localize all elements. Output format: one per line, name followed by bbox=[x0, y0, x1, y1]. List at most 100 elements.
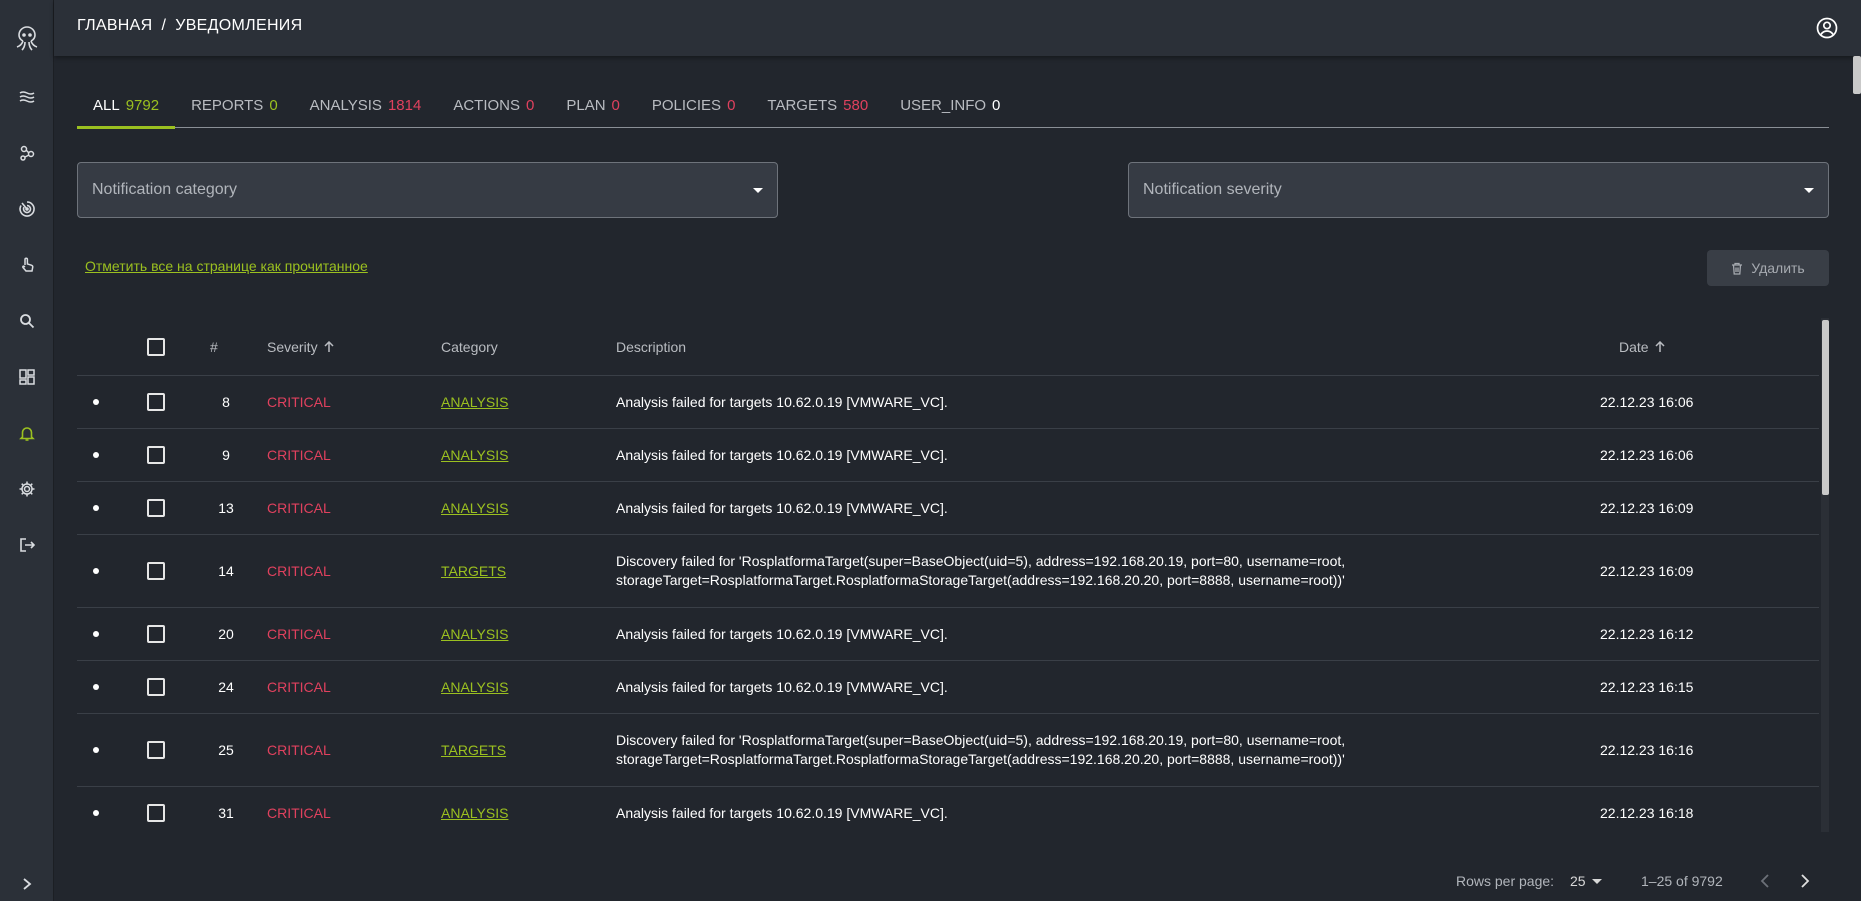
sort-arrow-up-icon bbox=[1655, 341, 1665, 352]
unread-dot-icon bbox=[93, 452, 99, 458]
gear-icon[interactable] bbox=[7, 469, 47, 509]
trash-icon bbox=[1732, 262, 1743, 275]
tab-reports[interactable]: REPORTS 0 bbox=[175, 82, 294, 128]
description-text: Analysis failed for targets 10.62.0.19 [… bbox=[616, 678, 948, 697]
table-row[interactable]: 25 CRITICAL TARGETS Discovery failed for… bbox=[77, 714, 1819, 787]
notification-severity-select[interactable]: Notification severity bbox=[1128, 162, 1829, 218]
notification-severity-placeholder: Notification severity bbox=[1143, 181, 1282, 198]
row-checkbox-cell bbox=[147, 376, 165, 428]
description-line-1: Discovery failed for 'RosplatformaTarget… bbox=[616, 553, 1346, 569]
row-checkbox[interactable] bbox=[147, 499, 165, 517]
expand-sidebar-icon[interactable] bbox=[7, 872, 47, 896]
row-checkbox[interactable] bbox=[147, 741, 165, 759]
row-checkbox[interactable] bbox=[147, 804, 165, 822]
description-line-1: Analysis failed for targets 10.62.0.19 [… bbox=[616, 804, 948, 821]
category-link[interactable]: ANALYSIS bbox=[441, 500, 508, 516]
select-all-checkbox[interactable] bbox=[147, 338, 165, 356]
target-icon[interactable] bbox=[7, 189, 47, 229]
breadcrumb: ГЛАВНАЯ / УВЕДОМЛЕНИЯ bbox=[77, 17, 302, 35]
category-link[interactable]: ANALYSIS bbox=[441, 626, 508, 642]
table-row[interactable]: 8 CRITICAL ANALYSIS Analysis failed for … bbox=[77, 376, 1819, 429]
header-date-label: Date bbox=[1619, 339, 1649, 355]
tab-plan[interactable]: PLAN 0 bbox=[550, 82, 636, 128]
user-account-icon[interactable] bbox=[1815, 16, 1839, 40]
row-checkbox[interactable] bbox=[147, 393, 165, 411]
row-checkbox[interactable] bbox=[147, 446, 165, 464]
nodes-icon[interactable] bbox=[7, 133, 47, 173]
header-description[interactable]: Description bbox=[616, 318, 686, 376]
row-number: 8 bbox=[222, 394, 230, 410]
bell-icon[interactable] bbox=[7, 413, 47, 453]
table-row[interactable]: 20 CRITICAL ANALYSIS Analysis failed for… bbox=[77, 608, 1819, 661]
category-link[interactable]: TARGETS bbox=[441, 742, 506, 758]
delete-button[interactable]: Удалить bbox=[1707, 250, 1829, 286]
category-link[interactable]: ANALYSIS bbox=[441, 394, 508, 410]
category-link[interactable]: ANALYSIS bbox=[441, 805, 508, 821]
breadcrumb-home[interactable]: ГЛАВНАЯ bbox=[77, 17, 153, 35]
rows-per-page-select[interactable]: 25 bbox=[1570, 873, 1602, 889]
description-text: Analysis failed for targets 10.62.0.19 [… bbox=[616, 625, 948, 644]
severity-badge: CRITICAL bbox=[267, 394, 331, 410]
header-date[interactable]: Date bbox=[1619, 318, 1665, 376]
severity-badge: CRITICAL bbox=[267, 447, 331, 463]
search-icon[interactable] bbox=[7, 301, 47, 341]
description-line-1: Analysis failed for targets 10.62.0.19 [… bbox=[616, 625, 948, 642]
select-all-checkbox-cell bbox=[147, 318, 165, 376]
unread-dot-icon bbox=[93, 631, 99, 637]
table-scrollbar-thumb[interactable] bbox=[1822, 320, 1829, 495]
category-link[interactable]: ANALYSIS bbox=[441, 447, 508, 463]
description-line-1: Analysis failed for targets 10.62.0.19 [… bbox=[616, 678, 948, 695]
tab-actions[interactable]: ACTIONS 0 bbox=[437, 82, 550, 128]
row-checkbox-cell bbox=[147, 608, 165, 660]
tab-count-badge: 0 bbox=[727, 96, 736, 114]
next-page-button[interactable] bbox=[1800, 874, 1810, 891]
logout-icon[interactable] bbox=[7, 525, 47, 565]
header-category[interactable]: Category bbox=[441, 318, 498, 376]
unread-dot-cell bbox=[93, 787, 99, 832]
page-scrollbar[interactable] bbox=[1851, 56, 1861, 901]
table-row[interactable]: 31 CRITICAL ANALYSIS Analysis failed for… bbox=[77, 787, 1819, 832]
row-checkbox[interactable] bbox=[147, 625, 165, 643]
table-scrollbar[interactable] bbox=[1821, 318, 1829, 832]
category-tabs: ALL 9792 REPORTS 0 ANALYSIS 1814 ACTIONS 0 PLAN 0… bbox=[77, 82, 1829, 129]
tab-policies[interactable]: POLICIES 0 bbox=[636, 82, 752, 128]
row-checkbox[interactable] bbox=[147, 678, 165, 696]
octopus-logo-icon[interactable] bbox=[7, 20, 47, 56]
table-row[interactable]: 13 CRITICAL ANALYSIS Analysis failed for… bbox=[77, 482, 1819, 535]
tab-count-badge: 9792 bbox=[125, 96, 160, 114]
description-text: Discovery failed for 'RosplatformaTarget… bbox=[616, 731, 1345, 769]
layers-icon[interactable] bbox=[7, 77, 47, 117]
tab-user-info[interactable]: USER_INFO 0 bbox=[884, 82, 1016, 128]
mark-all-read-link[interactable]: Отметить все на странице как прочитанное bbox=[85, 258, 368, 274]
unread-dot-cell bbox=[93, 714, 99, 786]
description-line-1: Analysis failed for targets 10.62.0.19 [… bbox=[616, 499, 948, 516]
page-scrollbar-thumb[interactable] bbox=[1853, 56, 1861, 94]
description-line-1: Analysis failed for targets 10.62.0.19 [… bbox=[616, 446, 948, 463]
rows-per-page-value: 25 bbox=[1570, 873, 1586, 889]
date-cell: 22.12.23 16:06 bbox=[1600, 394, 1694, 410]
pagination: Rows per page: 25 1–25 of 9792 bbox=[1400, 870, 1840, 894]
table-row[interactable]: 9 CRITICAL ANALYSIS Analysis failed for … bbox=[77, 429, 1819, 482]
dashboard-icon[interactable] bbox=[7, 357, 47, 397]
table-row[interactable]: 24 CRITICAL ANALYSIS Analysis failed for… bbox=[77, 661, 1819, 714]
pointer-icon[interactable] bbox=[7, 245, 47, 285]
unread-dot-cell bbox=[93, 376, 99, 428]
row-checkbox-cell bbox=[147, 661, 165, 713]
tab-analysis[interactable]: ANALYSIS 1814 bbox=[294, 82, 438, 128]
notification-category-placeholder: Notification category bbox=[92, 181, 237, 198]
header-severity[interactable]: Severity bbox=[267, 318, 334, 376]
category-link[interactable]: TARGETS bbox=[441, 563, 506, 579]
row-number: 25 bbox=[218, 742, 234, 758]
tab-count-badge: 1814 bbox=[387, 96, 422, 114]
tab-label: ACTIONS bbox=[453, 96, 520, 114]
table-row[interactable]: 14 CRITICAL TARGETS Discovery failed for… bbox=[77, 535, 1819, 608]
tab-all[interactable]: ALL 9792 bbox=[77, 82, 176, 129]
row-checkbox[interactable] bbox=[147, 562, 165, 580]
notification-category-select[interactable]: Notification category bbox=[77, 162, 778, 218]
description-text: Analysis failed for targets 10.62.0.19 [… bbox=[616, 499, 948, 518]
category-link[interactable]: ANALYSIS bbox=[441, 679, 508, 695]
prev-page-button[interactable] bbox=[1760, 874, 1770, 891]
row-checkbox-cell bbox=[147, 535, 165, 607]
header-num: # bbox=[210, 339, 218, 355]
tab-targets[interactable]: TARGETS 580 bbox=[751, 82, 884, 128]
